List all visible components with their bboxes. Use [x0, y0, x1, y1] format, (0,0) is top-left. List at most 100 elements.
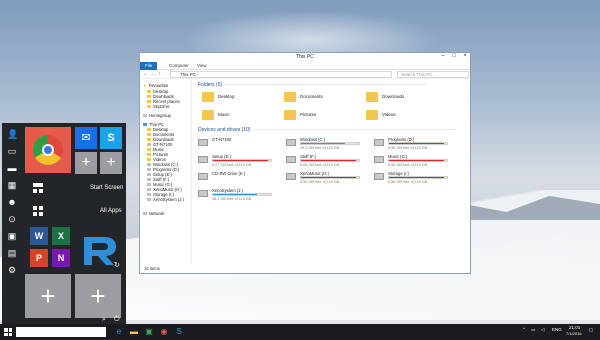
store-icon[interactable]: ▣ [143, 326, 155, 338]
drive-item[interactable]: CD-RW Drive (K:) [198, 171, 282, 187]
drive-item[interactable]: XenoMusic (H:) 5.96 GB free of 119 GB [286, 171, 370, 187]
add-tile-large-1[interactable]: + [25, 274, 71, 318]
drive-free-space: 28.1 GB free of 119 GB [212, 197, 252, 201]
folder-icon [147, 105, 151, 109]
nav-item[interactable]: ★ Favourites [143, 83, 168, 88]
drive-item[interactable]: Programs (D:) 5.56 GB free of 119 GB [374, 137, 458, 153]
explorer-icon[interactable]: ▬ [128, 326, 140, 338]
folder-icon [147, 148, 151, 152]
skype-icon: S [107, 132, 115, 144]
user-icon[interactable]: 👤 [7, 129, 18, 139]
navigation-pane: ★ Favourites Desktop Downloads Recent places… [140, 80, 192, 265]
network-tray-icon[interactable]: ▭ [531, 327, 535, 333]
folder-label: Videos [382, 112, 396, 117]
monitor-icon[interactable]: ▭ [7, 146, 17, 156]
mail-tile[interactable]: ✉ [75, 127, 97, 149]
network-icon [143, 212, 147, 216]
drive-icon [374, 139, 384, 146]
network-icon[interactable]: ⊙ [7, 214, 17, 224]
folder-icon [366, 92, 378, 102]
add-tile-small-1[interactable]: + [75, 152, 97, 174]
folder-icon [147, 153, 151, 157]
title-bar[interactable]: This PC – □ × [140, 53, 470, 62]
drive-item[interactable]: Setup (E:) 6.27 GB free of 119 GB [198, 154, 282, 170]
nav-item[interactable]: SkyDrive [147, 104, 170, 109]
drive-item[interactable]: GT-N7100 [198, 137, 282, 153]
folders-header[interactable]: Folders (6) [198, 82, 427, 88]
address-bar[interactable]: This PC [170, 71, 392, 78]
power-icon[interactable]: ⏻ [114, 316, 120, 324]
tab-computer[interactable]: Computer [164, 62, 194, 70]
drive-icon [147, 183, 151, 187]
search-icon[interactable]: ⌕ [102, 316, 106, 324]
all-apps-icon [33, 206, 43, 216]
tray-arrow-icon[interactable]: ⌃ [522, 327, 526, 333]
chrome-taskbar-icon[interactable]: ◉ [158, 326, 170, 338]
folder-item[interactable]: Music [202, 109, 282, 125]
language-indicator[interactable]: ENG [552, 327, 562, 332]
excel-icon: X [57, 231, 64, 241]
forward-icon[interactable]: → [150, 71, 155, 77]
folder-icon[interactable]: ▬ [7, 163, 17, 173]
pc-icon [143, 123, 147, 127]
add-tile-small-2[interactable]: + [100, 152, 122, 174]
powerpoint-icon: P [35, 253, 42, 263]
close-icon[interactable]: × [460, 53, 470, 59]
refresh-icon[interactable]: ↻ [114, 261, 120, 269]
people-icon[interactable]: ☻ [7, 197, 17, 207]
drive-usage-bar [388, 142, 448, 145]
word-tile[interactable]: W [30, 227, 48, 245]
window-title: This PC [296, 54, 314, 60]
drive-free-space: 5.96 GB free of 119 GB [300, 180, 340, 184]
folder-item[interactable]: Desktop [202, 91, 282, 107]
maximize-icon[interactable]: □ [449, 53, 459, 59]
nav-item[interactable]: Network [143, 211, 164, 216]
clock-date[interactable]: 7/1/2016 [566, 331, 582, 336]
clock-time[interactable]: 21:01 [569, 325, 580, 330]
drive-item[interactable]: Music (G:) 5.56 GB free of 119 GB [374, 154, 458, 170]
skype-taskbar-icon[interactable]: S [173, 326, 185, 338]
drive-free-space: 6.27 GB free of 119 GB [212, 163, 252, 167]
drive-icon [147, 168, 151, 172]
drive-item[interactable]: Windows (C:) 29.5 GB free of 119 GB [286, 137, 370, 153]
tab-file[interactable]: File [140, 62, 158, 70]
search-input[interactable]: Search This PC [397, 71, 469, 78]
chrome-tile[interactable] [25, 127, 71, 173]
all-apps-label[interactable]: All Apps [100, 208, 122, 214]
game-icon[interactable]: ▤ [7, 248, 17, 258]
windows-start-icon[interactable] [4, 328, 12, 336]
drive-item[interactable]: Storage (I:) 5.56 GB free of 119 GB [374, 171, 458, 187]
folder-item[interactable]: Pictures [284, 109, 364, 125]
taskbar-search-input[interactable] [16, 327, 106, 337]
powerpoint-tile[interactable]: P [30, 249, 48, 267]
folder-item[interactable]: Documents [284, 91, 364, 107]
notifications-icon[interactable]: ▢ [589, 327, 593, 333]
minimize-icon[interactable]: – [438, 53, 448, 59]
drive-item[interactable]: Stuff (F:) 6.06 GB free of 119 GB [286, 154, 370, 170]
onenote-tile[interactable]: N [52, 249, 70, 267]
folder-item[interactable]: Videos [366, 109, 446, 125]
folder-label: Downloads [382, 94, 405, 99]
chrome-icon [33, 135, 63, 165]
tab-view[interactable]: View [192, 62, 212, 70]
image-icon[interactable]: ▣ [7, 231, 17, 241]
drive-icon [147, 173, 151, 177]
back-icon[interactable]: ← [143, 71, 148, 77]
volume-icon[interactable]: ◁ [541, 327, 544, 333]
edge-icon[interactable]: e [113, 326, 125, 338]
folder-item[interactable]: Downloads [366, 91, 446, 107]
up-icon[interactable]: ↑ [158, 71, 161, 77]
drives-header[interactable]: Devices and drives (10) [198, 127, 455, 133]
skype-tile[interactable]: S [100, 127, 122, 149]
excel-tile[interactable]: X [52, 227, 70, 245]
start-screen-label[interactable]: Start Screen [90, 185, 123, 191]
drive-icon [286, 139, 296, 146]
taskbar: e ▬ ▣ ◉ S ⌃ ▭ ◁ ENG 21:01 7/1/2016 ▢ [0, 324, 600, 340]
add-tile-large-2[interactable]: + [75, 274, 121, 318]
nav-item-label: Favourites [148, 83, 169, 88]
settings-icon[interactable]: ⚙ [7, 265, 17, 275]
calendar-icon[interactable]: ▦ [7, 180, 17, 190]
drive-item[interactable]: XenoSystem (J:) 28.1 GB free of 119 GB [198, 188, 282, 204]
nav-item[interactable]: XenoSystem (J:) [147, 197, 184, 202]
nav-item[interactable]: Homegroup [143, 113, 171, 118]
